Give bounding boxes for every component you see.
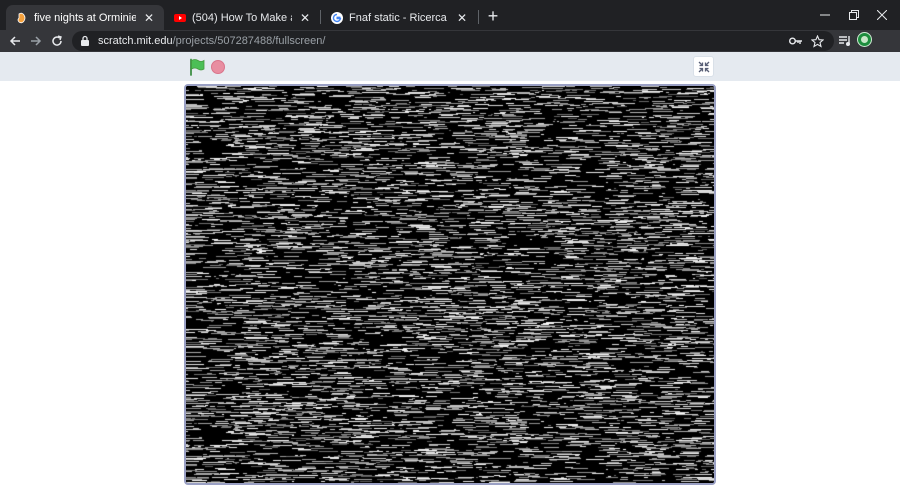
media-controls-button[interactable] (836, 32, 854, 50)
project-stage[interactable] (184, 84, 716, 485)
browser-window: { "tabs": [ {"title": "five nights at Or… (0, 0, 900, 487)
exit-fullscreen-button[interactable] (693, 56, 714, 77)
password-key-button[interactable] (788, 33, 804, 49)
close-window-button[interactable] (864, 0, 900, 30)
restore-icon (849, 10, 859, 20)
stop-button[interactable] (211, 60, 225, 74)
close-tab-icon[interactable]: ✕ (142, 11, 156, 25)
google-favicon-icon (331, 11, 343, 24)
scratch-fullscreen-page (0, 52, 900, 487)
forward-button[interactable] (27, 32, 45, 50)
reload-button[interactable] (48, 32, 66, 50)
new-tab-button[interactable]: + (484, 6, 502, 26)
browser-toolbar: scratch.mit.edu/projects/507287488/fulls… (0, 30, 900, 52)
tab-google[interactable]: Fnaf static - Ricerca Google ✕ (321, 5, 477, 30)
address-bar[interactable]: scratch.mit.edu/projects/507287488/fulls… (72, 31, 834, 51)
lock-icon[interactable] (80, 35, 90, 47)
tab-title: five nights at Orminie on Scratch (34, 11, 136, 24)
tab-youtube[interactable]: (504) How To Make an AMAZING ✕ (164, 5, 320, 30)
green-flag-icon (190, 58, 205, 76)
tab-strip: five nights at Orminie on Scratch ✕ (504… (0, 0, 900, 30)
close-icon (877, 10, 887, 20)
tab-scratch[interactable]: five nights at Orminie on Scratch ✕ (6, 5, 164, 30)
tab-title: (504) How To Make an AMAZING (192, 11, 292, 24)
arrow-right-icon (31, 36, 42, 46)
close-tab-icon[interactable]: ✕ (455, 11, 469, 25)
minimize-icon (820, 14, 830, 16)
star-icon (810, 34, 824, 48)
exit-fullscreen-icon (698, 61, 709, 72)
url-path: /projects/507287488/fullscreen/ (172, 35, 326, 47)
close-tab-icon[interactable]: ✕ (298, 11, 312, 25)
tab-separator (478, 10, 479, 24)
scratch-favicon-icon (16, 12, 28, 24)
tab-title: Fnaf static - Ricerca Google (349, 11, 449, 24)
static-noise-canvas (186, 86, 714, 483)
reload-icon (52, 35, 62, 46)
key-icon (789, 37, 802, 45)
green-flag-button[interactable] (188, 58, 206, 76)
url-host: scratch.mit.edu (98, 35, 173, 47)
url-text: scratch.mit.edu/projects/507287488/fulls… (98, 35, 325, 47)
profile-avatar[interactable] (857, 32, 872, 47)
bookmark-star-button[interactable] (809, 33, 825, 49)
arrow-left-icon (9, 36, 20, 46)
playlist-icon (839, 36, 850, 46)
youtube-favicon-icon (174, 12, 186, 24)
stage-controls-bar (0, 52, 900, 81)
back-button[interactable] (6, 32, 24, 50)
